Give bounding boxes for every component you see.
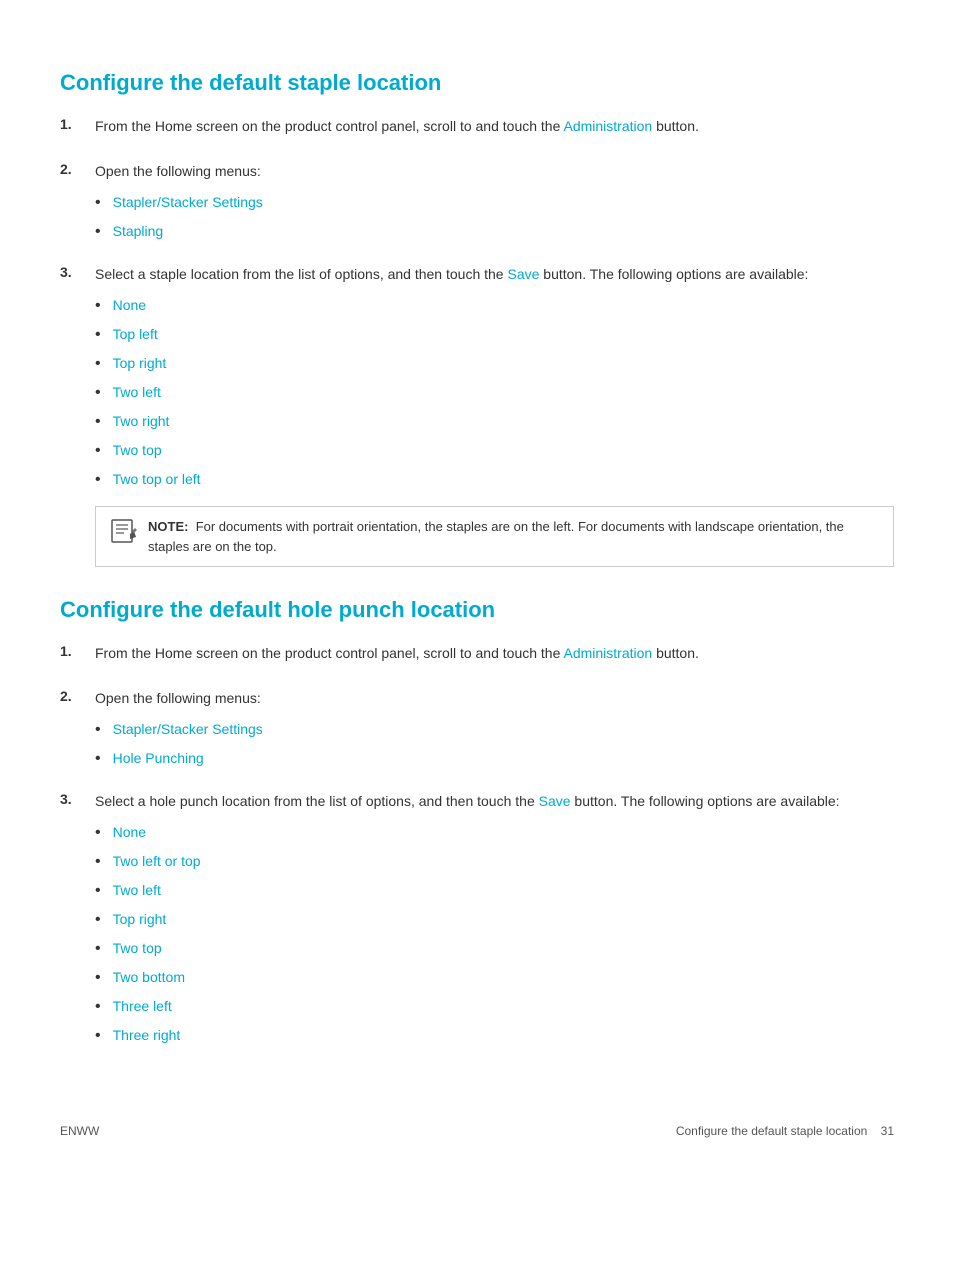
step-1-link[interactable]: Administration xyxy=(563,118,652,134)
section2-title: Configure the default hole punch locatio… xyxy=(60,597,894,623)
section1-title: Configure the default staple location xyxy=(60,70,894,96)
s2-option-threeright[interactable]: Three right xyxy=(113,1025,181,1046)
footer-right: Configure the default staple location 31 xyxy=(676,1124,894,1138)
step-1-content: From the Home screen on the product cont… xyxy=(95,116,894,147)
list-item: Two top xyxy=(95,440,894,463)
list-item: Two top xyxy=(95,938,894,961)
option-link-topleft[interactable]: Top left xyxy=(113,324,158,345)
s2-step-2-text: Open the following menus: xyxy=(95,688,894,709)
step-1: 1. From the Home screen on the product c… xyxy=(60,116,894,147)
step-3-link[interactable]: Save xyxy=(507,266,539,282)
s2-step-3-options: None Two left or top Two left Top right … xyxy=(95,822,894,1048)
s2-step-2-number: 2. xyxy=(60,688,95,777)
s2-step-3-link[interactable]: Save xyxy=(539,793,571,809)
list-item: Two bottom xyxy=(95,967,894,990)
s2-option-topright[interactable]: Top right xyxy=(113,909,167,930)
list-item: None xyxy=(95,295,894,318)
s2-step-3: 3. Select a hole punch location from the… xyxy=(60,791,894,1054)
note-content: For documents with portrait orientation,… xyxy=(148,519,844,554)
option-link-topright[interactable]: Top right xyxy=(113,353,167,374)
step-2-text: Open the following menus: xyxy=(95,161,894,182)
step-2-number: 2. xyxy=(60,161,95,250)
list-item: Top right xyxy=(95,353,894,376)
list-item: Two left or top xyxy=(95,851,894,874)
s2-option-twotop[interactable]: Two top xyxy=(113,938,162,959)
list-item: Stapler/Stacker Settings xyxy=(95,192,894,215)
s2-step-3-text: Select a hole punch location from the li… xyxy=(95,791,894,812)
s2-option-twoleft[interactable]: Two left xyxy=(113,880,161,901)
s2-step-3-content: Select a hole punch location from the li… xyxy=(95,791,894,1054)
option-link-none[interactable]: None xyxy=(113,295,146,316)
submenu-link-2[interactable]: Stapling xyxy=(113,221,164,242)
list-item: Two right xyxy=(95,411,894,434)
list-item: Two left xyxy=(95,880,894,903)
s2-option-none[interactable]: None xyxy=(113,822,146,843)
note-box: NOTE: For documents with portrait orient… xyxy=(95,506,894,567)
section2-steps: 1. From the Home screen on the product c… xyxy=(60,643,894,1054)
option-link-tworight[interactable]: Two right xyxy=(113,411,170,432)
step-3-text: Select a staple location from the list o… xyxy=(95,264,894,285)
option-link-twoleft[interactable]: Two left xyxy=(113,382,161,403)
s2-step-1-number: 1. xyxy=(60,643,95,674)
step-2: 2. Open the following menus: Stapler/Sta… xyxy=(60,161,894,250)
note-text: NOTE: For documents with portrait orient… xyxy=(148,517,879,556)
s2-step-1: 1. From the Home screen on the product c… xyxy=(60,643,894,674)
s2-step-2: 2. Open the following menus: Stapler/Sta… xyxy=(60,688,894,777)
list-item: Hole Punching xyxy=(95,748,894,771)
list-item: Two left xyxy=(95,382,894,405)
note-label: NOTE: xyxy=(148,519,188,534)
step-3-options: None Top left Top right Two left Two rig… xyxy=(95,295,894,492)
s2-step-2-content: Open the following menus: Stapler/Stacke… xyxy=(95,688,894,777)
step-1-text: From the Home screen on the product cont… xyxy=(95,116,894,137)
step-3-content: Select a staple location from the list o… xyxy=(95,264,894,567)
footer-left: ENWW xyxy=(60,1124,99,1138)
s2-step-3-number: 3. xyxy=(60,791,95,1054)
note-icon xyxy=(110,517,138,545)
s2-submenu-link-2[interactable]: Hole Punching xyxy=(113,748,204,769)
footer: ENWW Configure the default staple locati… xyxy=(60,1114,894,1138)
s2-step-1-content: From the Home screen on the product cont… xyxy=(95,643,894,674)
step-3-number: 3. xyxy=(60,264,95,567)
submenu-link-1[interactable]: Stapler/Stacker Settings xyxy=(113,192,263,213)
step-1-number: 1. xyxy=(60,116,95,147)
list-item: Three left xyxy=(95,996,894,1019)
list-item: Two top or left xyxy=(95,469,894,492)
step-3: 3. Select a staple location from the lis… xyxy=(60,264,894,567)
section2: Configure the default hole punch locatio… xyxy=(60,597,894,1054)
option-link-twotop[interactable]: Two top xyxy=(113,440,162,461)
list-item: Top right xyxy=(95,909,894,932)
s2-submenu-link-1[interactable]: Stapler/Stacker Settings xyxy=(113,719,263,740)
s2-option-twoleftortop[interactable]: Two left or top xyxy=(113,851,201,872)
s2-step-1-text: From the Home screen on the product cont… xyxy=(95,643,894,664)
option-link-twotopleft[interactable]: Two top or left xyxy=(113,469,201,490)
s2-step-2-submenu: Stapler/Stacker Settings Hole Punching xyxy=(95,719,894,771)
list-item: None xyxy=(95,822,894,845)
s2-step-1-link[interactable]: Administration xyxy=(563,645,652,661)
s2-option-twobottom[interactable]: Two bottom xyxy=(113,967,185,988)
list-item: Top left xyxy=(95,324,894,347)
step-2-content: Open the following menus: Stapler/Stacke… xyxy=(95,161,894,250)
list-item: Three right xyxy=(95,1025,894,1048)
step-2-submenu: Stapler/Stacker Settings Stapling xyxy=(95,192,894,244)
list-item: Stapling xyxy=(95,221,894,244)
s2-option-threeleft[interactable]: Three left xyxy=(113,996,172,1017)
list-item: Stapler/Stacker Settings xyxy=(95,719,894,742)
section1-steps: 1. From the Home screen on the product c… xyxy=(60,116,894,567)
